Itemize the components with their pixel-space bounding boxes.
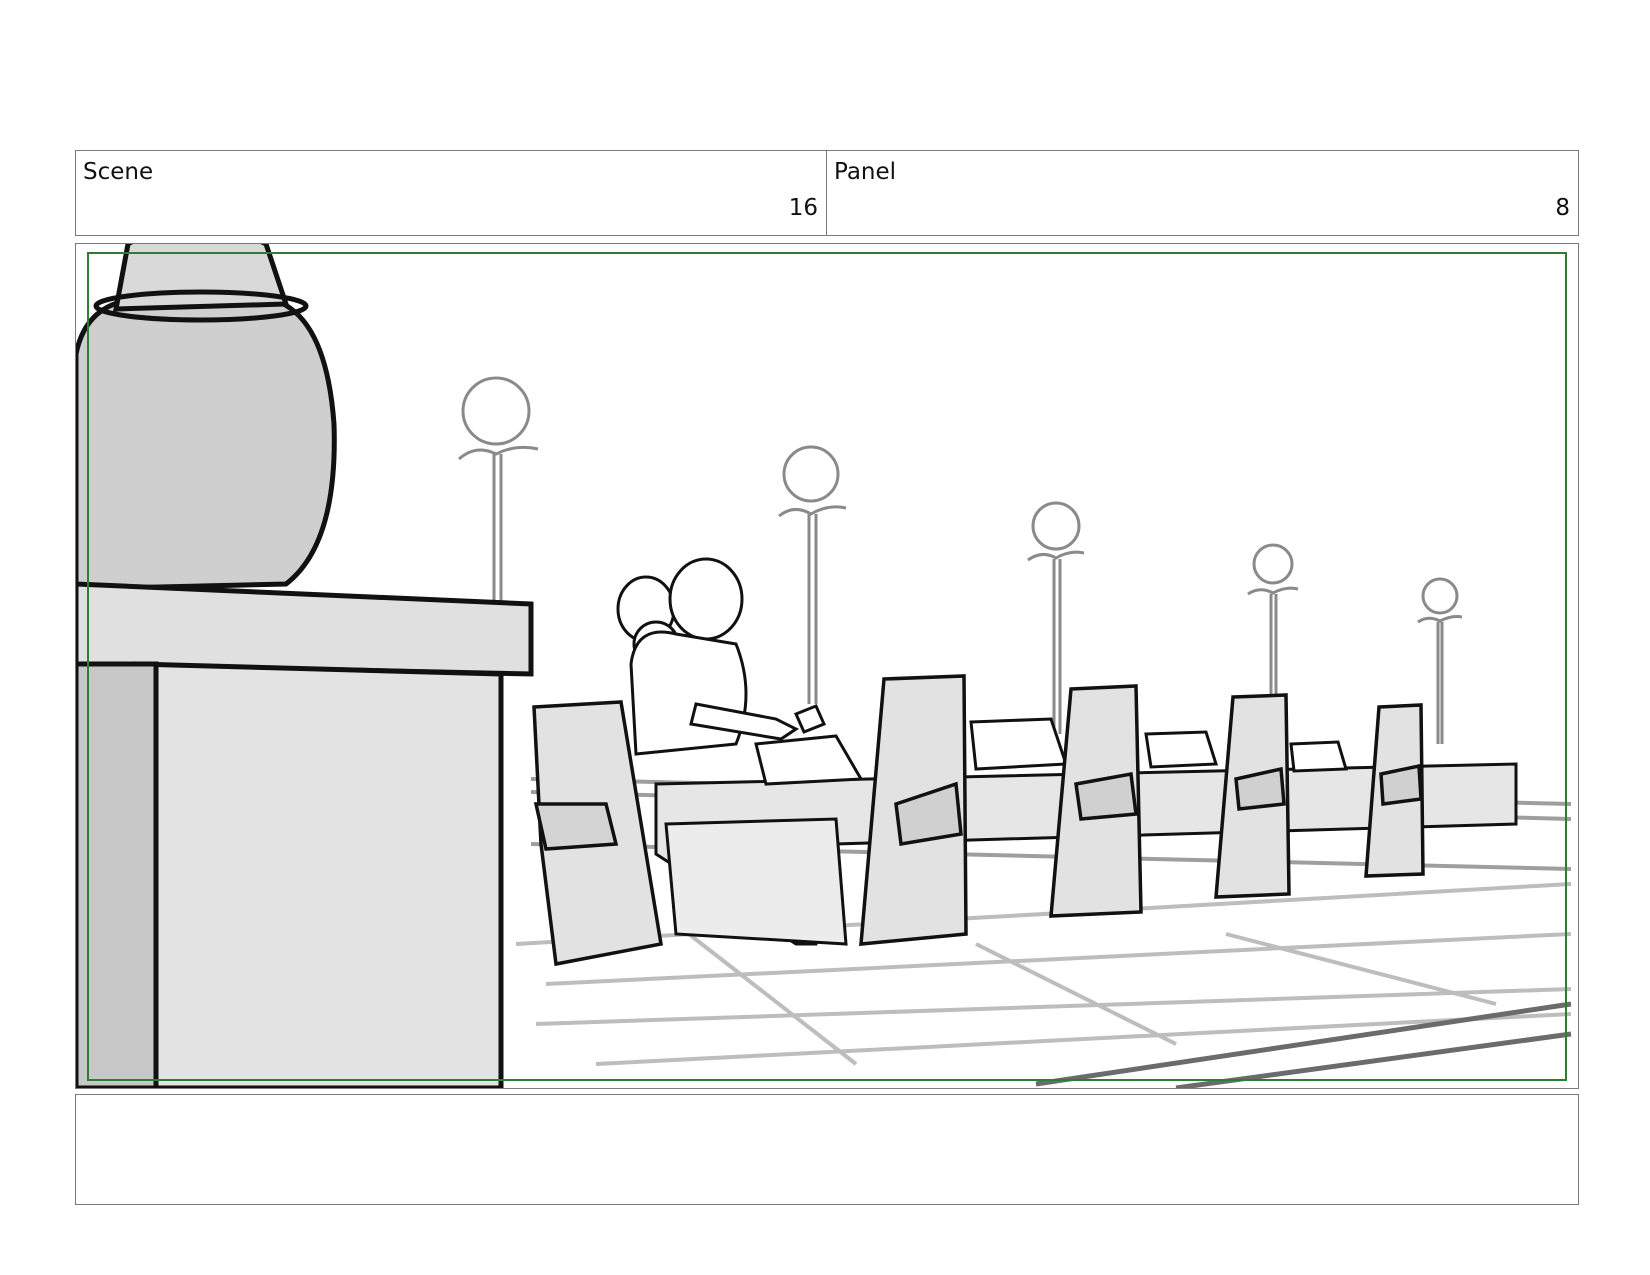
panel-number: 8 [1555, 195, 1570, 221]
storyboard-frame [75, 243, 1579, 1089]
panel-label: Panel [834, 159, 897, 185]
safe-area-border [87, 252, 1567, 1081]
scene-number: 16 [788, 195, 818, 221]
scene-field: Scene 16 [75, 150, 827, 236]
notes-field[interactable] [75, 1094, 1579, 1205]
scene-label: Scene [83, 159, 154, 185]
panel-field: Panel 8 [826, 150, 1579, 236]
